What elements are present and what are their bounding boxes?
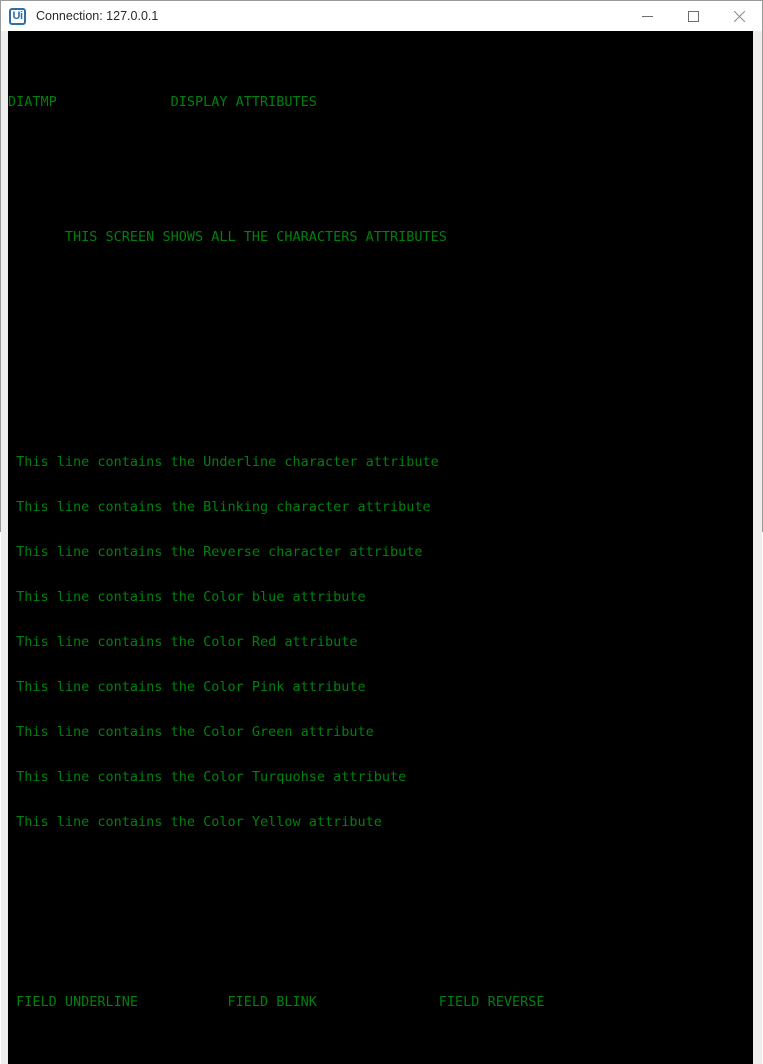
terminal-line-char-blue: This line contains the Color blue attrib…: [8, 590, 753, 605]
program-name-label: DIATMP: [8, 95, 57, 110]
minimize-button[interactable]: [624, 1, 670, 31]
terminal-line-char-turquoise: This line contains the Color Turquohse a…: [8, 770, 753, 785]
app-logo-icon: Ui: [9, 7, 26, 25]
char-attr-line-color-green: This line contains the Color Green attri…: [16, 725, 374, 740]
window-controls: [624, 1, 762, 31]
title-bar[interactable]: Ui Connection: 127.0.0.1: [1, 1, 762, 31]
terminal-line-header: DIATMP DISPLAY ATTRIBUTES: [8, 95, 753, 110]
char-attr-line-color-blue: This line contains the Color blue attrib…: [16, 590, 366, 605]
close-icon: [733, 10, 745, 22]
terminal-line-char-green: This line contains the Color Green attri…: [8, 725, 753, 740]
terminal-line-char-reverse: This line contains the Reverse character…: [8, 545, 753, 560]
screen-title-label: DISPLAY ATTRIBUTES: [170, 95, 317, 110]
char-attr-line-reverse: This line contains the Reverse character…: [16, 545, 423, 560]
field-header-reverse: FIELD REVERSE: [438, 995, 545, 1010]
maximize-button[interactable]: [670, 1, 716, 31]
terminal-line-subtitle: THIS SCREEN SHOWS ALL THE CHARACTERS ATT…: [8, 230, 753, 245]
char-attr-line-color-red: This line contains the Color Red attribu…: [16, 635, 358, 650]
char-attr-line-color-yellow: This line contains the Color Yellow attr…: [16, 815, 382, 830]
field-header-underline: FIELD UNDERLINE: [16, 995, 139, 1010]
char-attr-line-underline: This line contains the Underline charact…: [16, 455, 439, 470]
subtitle-indent: [8, 230, 65, 245]
terminal-screen[interactable]: DIATMP DISPLAY ATTRIBUTES THIS SCREEN SH…: [8, 31, 753, 1064]
terminal-line-char-blinking: This line contains the Blinking characte…: [8, 500, 753, 515]
terminal-viewport: DIATMP DISPLAY ATTRIBUTES THIS SCREEN SH…: [1, 31, 762, 1064]
window-title: Connection: 127.0.0.1: [36, 9, 159, 23]
close-button[interactable]: [716, 1, 762, 31]
header-gap: [57, 95, 171, 110]
col-gap: [138, 995, 227, 1010]
col-gap: [317, 995, 439, 1010]
char-attr-line-color-pink: This line contains the Color Pink attrib…: [16, 680, 366, 695]
terminal-line-char-underline: This line contains the Underline charact…: [8, 455, 753, 470]
terminal-line-field-headers: FIELD UNDERLINE FIELD BLINK FIELD REVERS…: [8, 995, 753, 1010]
field-header-blink: FIELD BLINK: [227, 995, 317, 1010]
terminal-line-char-yellow: This line contains the Color Yellow attr…: [8, 815, 753, 830]
terminal-line-char-red: This line contains the Color Red attribu…: [8, 635, 753, 650]
screen-subtitle-label: THIS SCREEN SHOWS ALL THE CHARACTERS ATT…: [64, 230, 447, 245]
terminal-emulator-window: Ui Connection: 127.0.0.1 DIATMP DISPLAY …: [0, 0, 763, 1064]
terminal-line-char-pink: This line contains the Color Pink attrib…: [8, 680, 753, 695]
minimize-icon: [641, 15, 653, 17]
char-attr-line-color-turquoise: This line contains the Color Turquohse a…: [16, 770, 407, 785]
char-attr-line-blinking: This line contains the Blinking characte…: [16, 500, 431, 515]
maximize-icon: [687, 10, 699, 22]
